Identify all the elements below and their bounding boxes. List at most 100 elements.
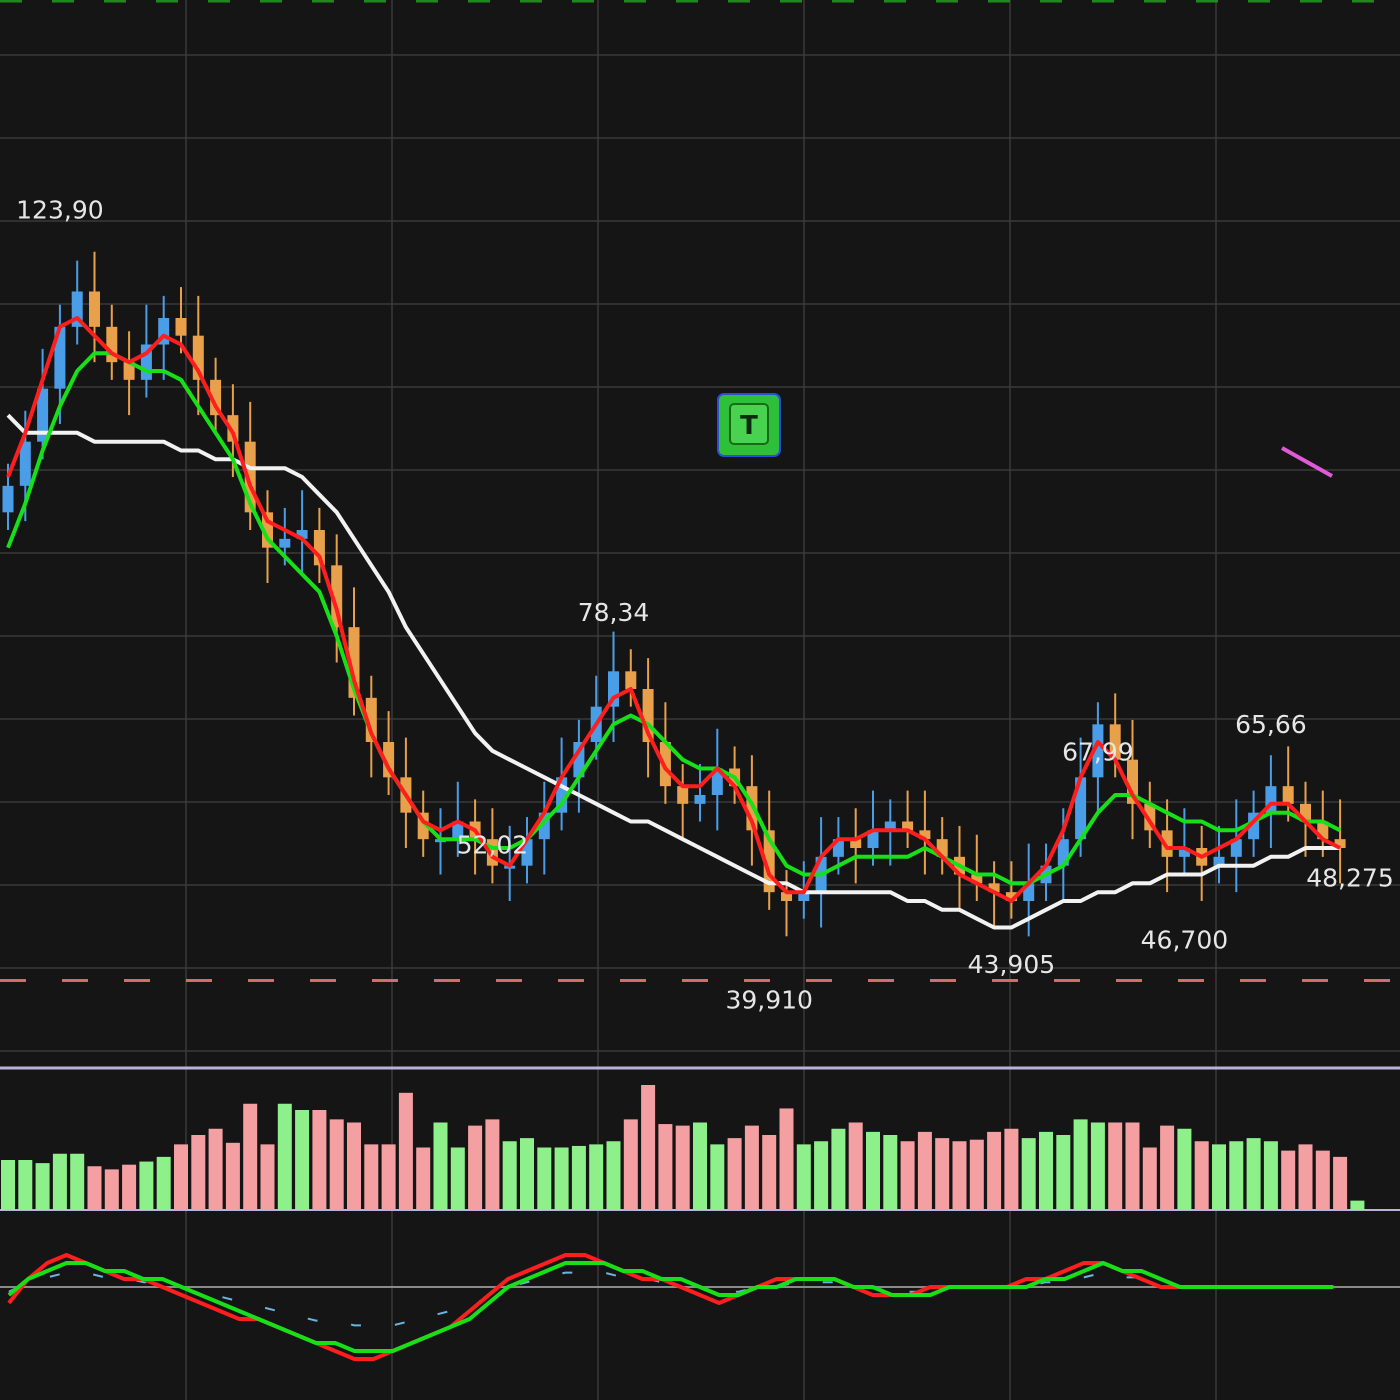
volume-bar-12 [208, 1128, 223, 1210]
volume-bar-46 [796, 1144, 811, 1210]
volume-bar-11 [191, 1135, 206, 1210]
volume-bar-36 [623, 1119, 638, 1210]
volume-bar-57 [987, 1131, 1002, 1210]
volume-bar-0 [1, 1160, 15, 1210]
candle-body-40 [694, 795, 706, 804]
volume-bar-32 [554, 1147, 569, 1210]
candle-body-0 [2, 485, 14, 513]
volume-bar-47 [814, 1141, 829, 1210]
volume-bar-78 [1350, 1200, 1365, 1210]
volume-bar-7 [122, 1164, 137, 1210]
volume-bar-61 [1056, 1135, 1071, 1210]
candle-body-10 [175, 318, 187, 336]
volume-bar-21 [364, 1144, 379, 1210]
candle-body-36 [625, 671, 637, 689]
volume-bar-42 [727, 1138, 742, 1210]
price-label-4: 43,905 [968, 950, 1055, 979]
volume-bar-27 [468, 1125, 483, 1210]
volume-bar-43 [744, 1125, 759, 1210]
volume-bar-18 [312, 1110, 327, 1210]
volume-bar-24 [416, 1147, 431, 1210]
price-label-6: 46,700 [1141, 925, 1228, 954]
candle-body-5 [89, 291, 100, 327]
volume-bar-74 [1281, 1150, 1296, 1210]
volume-bar-54 [935, 1138, 950, 1210]
chart-canvas[interactable]: 123,90 78,34 52,02 39,910 43,905 67,99 46,700 6… [0, 0, 1400, 1400]
volume-bar-10 [174, 1144, 188, 1210]
volume-bar-52 [900, 1141, 915, 1210]
volume-bar-29 [502, 1141, 517, 1210]
price-label-8: 48,275 [1306, 864, 1393, 893]
volume-bar-13 [225, 1142, 240, 1210]
volume-bar-63 [1090, 1122, 1105, 1210]
volume-bar-3 [52, 1153, 67, 1210]
volume-bar-77 [1333, 1156, 1348, 1210]
volume-bar-69 [1194, 1141, 1209, 1210]
volume-bar-49 [848, 1122, 863, 1210]
volume-bar-48 [831, 1128, 846, 1210]
volume-bar-58 [1004, 1128, 1019, 1210]
volume-bar-65 [1125, 1122, 1140, 1210]
price-label-0: 123,90 [16, 196, 103, 225]
candle-body-39 [677, 786, 689, 804]
volume-bar-50 [866, 1131, 880, 1210]
volume-bar-30 [520, 1138, 534, 1210]
volume-bar-60 [1039, 1131, 1053, 1210]
volume-bar-66 [1142, 1147, 1157, 1210]
volume-bar-70 [1212, 1144, 1226, 1210]
trade-badge-label: T [740, 411, 758, 441]
volume-bar-1 [18, 1160, 33, 1210]
volume-bar-31 [537, 1147, 552, 1210]
volume-bar-14 [243, 1103, 258, 1210]
volume-bar-17 [295, 1110, 310, 1210]
volume-bar-67 [1160, 1125, 1175, 1210]
volume-bar-39 [675, 1125, 690, 1210]
volume-bar-55 [952, 1141, 967, 1210]
trade-badge[interactable]: T [717, 393, 781, 457]
volume-bar-25 [433, 1122, 448, 1210]
volume-bar-2 [35, 1163, 50, 1210]
volume-bar-62 [1073, 1119, 1088, 1210]
volume-bar-23 [398, 1092, 413, 1210]
volume-bar-44 [762, 1135, 777, 1210]
volume-bar-75 [1298, 1144, 1313, 1210]
volume-bar-16 [277, 1103, 292, 1210]
price-label-1: 78,34 [578, 598, 650, 627]
volume-bar-6 [104, 1169, 119, 1210]
volume-bar-33 [571, 1145, 586, 1210]
candle-body-16 [279, 538, 291, 548]
volume-bar-15 [260, 1144, 275, 1210]
volume-bar-71 [1229, 1141, 1244, 1210]
price-label-3: 39,910 [725, 985, 812, 1014]
volume-bar-9 [156, 1156, 171, 1210]
volume-bar-76 [1315, 1150, 1330, 1210]
volume-bar-40 [693, 1122, 707, 1210]
candle-body-74 [1282, 786, 1294, 804]
volume-bar-8 [139, 1161, 154, 1210]
volume-bar-41 [710, 1144, 725, 1210]
volume-bar-20 [347, 1122, 361, 1210]
volume-bar-19 [329, 1119, 344, 1210]
price-label-5: 67,99 [1062, 737, 1134, 766]
volume-bar-64 [1108, 1122, 1123, 1210]
price-label-7: 65,66 [1235, 710, 1307, 739]
volume-bar-35 [606, 1141, 621, 1210]
volume-bar-45 [779, 1108, 794, 1210]
volume-bar-22 [381, 1144, 396, 1210]
volume-bar-38 [658, 1124, 673, 1210]
volume-bar-56 [969, 1139, 984, 1210]
volume-bar-34 [589, 1144, 604, 1210]
volume-bar-73 [1263, 1141, 1278, 1210]
volume-bar-4 [70, 1153, 85, 1210]
volume-bar-72 [1246, 1138, 1261, 1210]
volume-bar-51 [883, 1135, 898, 1210]
volume-bar-53 [917, 1131, 932, 1210]
volume-bar-68 [1177, 1128, 1192, 1210]
price-label-2: 52,02 [457, 830, 529, 859]
volume-bar-37 [641, 1085, 656, 1210]
volume-bar-28 [485, 1119, 500, 1210]
volume-bar-59 [1021, 1138, 1036, 1210]
volume-bar-26 [450, 1147, 465, 1210]
volume-bar-5 [87, 1166, 102, 1210]
candle-body-1 [19, 441, 31, 486]
